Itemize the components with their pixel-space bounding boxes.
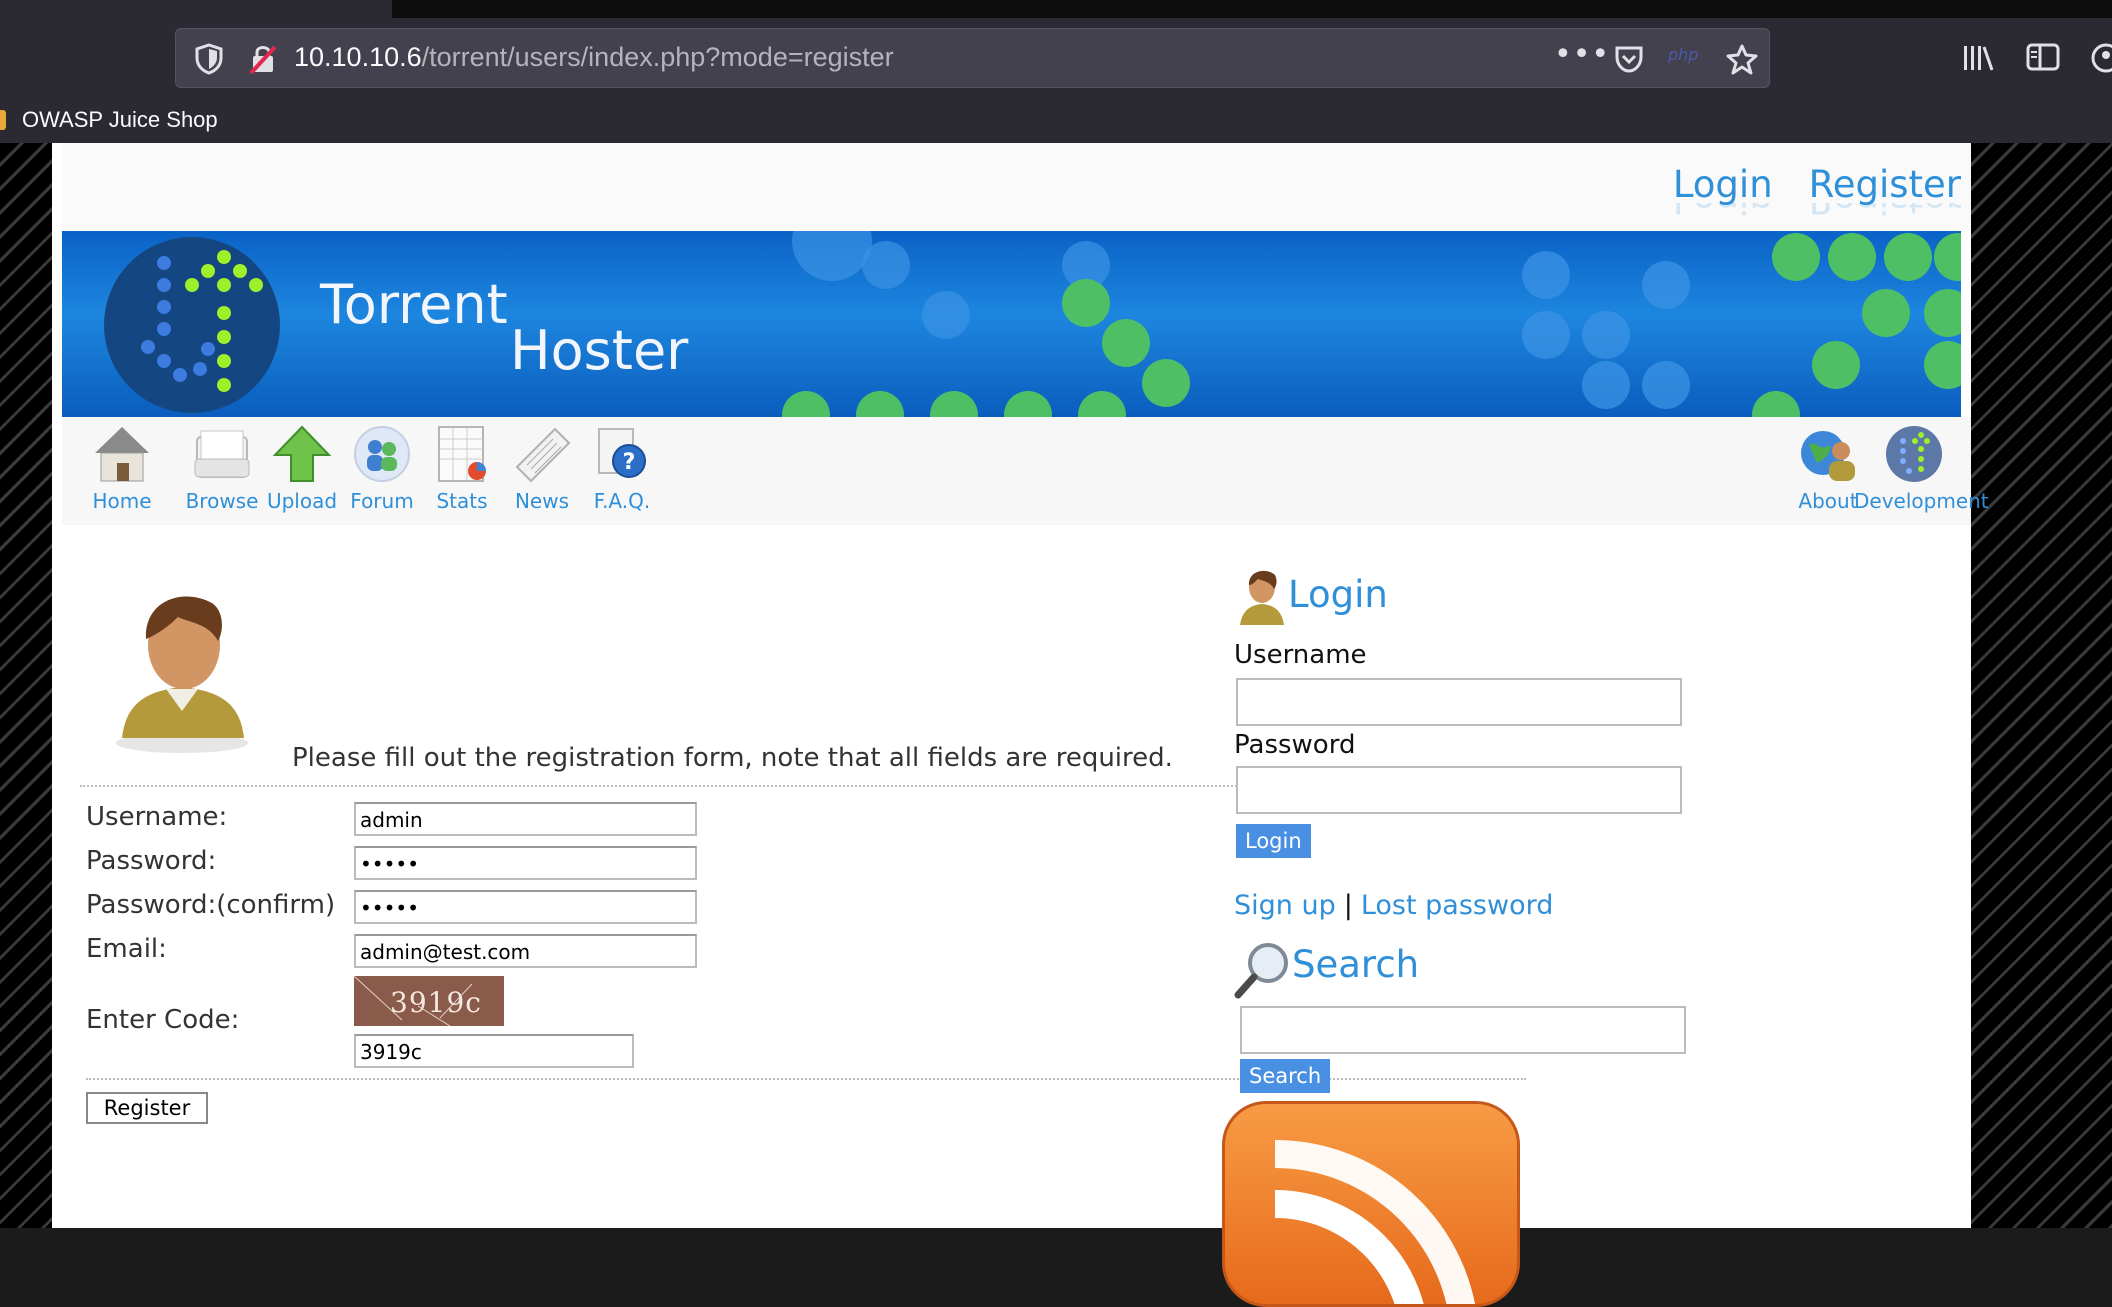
sidebar-password-label: Password: [1234, 730, 1356, 760]
password-confirm-input[interactable]: •••••: [354, 890, 697, 924]
address-bar[interactable]: 10.10.10.6/torrent/users/index.php?mode=…: [175, 28, 1770, 88]
sidebar-password-input[interactable]: [1236, 766, 1682, 814]
page-background-right: [1971, 143, 2112, 1228]
code-label: Enter Code:: [86, 1005, 240, 1035]
url-path: /torrent/users/index.php?mode=register: [421, 42, 894, 72]
rss-waves: [1274, 1140, 1475, 1304]
stats-spreadsheet-icon: [438, 426, 486, 482]
sidebar-login-title: Login: [1288, 573, 1388, 616]
site-title-line1: Torrent: [320, 273, 508, 336]
bookmark-owasp-juice-shop[interactable]: OWASP Juice Shop: [0, 104, 218, 136]
site-banner: Torrent Hoster: [62, 231, 1961, 417]
nav-home-label: Home: [92, 489, 152, 513]
page-background-left: [0, 143, 52, 1228]
sidebar-login-button[interactable]: Login: [1236, 824, 1311, 858]
forum-users-icon: [354, 426, 410, 482]
development-logo-icon: [1886, 426, 1942, 482]
search-magnifier-icon: [1234, 943, 1288, 999]
shield-icon[interactable]: [194, 43, 224, 75]
browse-tray-icon: [194, 430, 250, 478]
captcha-text: 3919c: [390, 986, 482, 1019]
sidebar-search-button[interactable]: Search: [1240, 1059, 1331, 1093]
password-input[interactable]: •••••: [354, 846, 697, 880]
username-input[interactable]: admin: [354, 802, 697, 836]
browser-toolbar: 10.10.10.6/torrent/users/index.php?mode=…: [0, 0, 2112, 143]
username-label: Username:: [86, 802, 228, 832]
news-paper-icon: [515, 427, 571, 483]
email-input[interactable]: admin@test.com: [354, 934, 697, 968]
bookmark-label: OWASP Juice Shop: [22, 107, 218, 132]
sidebar-username-input[interactable]: [1236, 678, 1682, 726]
pocket-icon[interactable]: [1613, 43, 1645, 75]
registration-intro: Please fill out the registration form, n…: [292, 743, 1173, 773]
svg-text:?: ?: [623, 450, 636, 475]
account-icon[interactable]: [2090, 42, 2112, 74]
code-input[interactable]: 3919c: [354, 1034, 634, 1068]
login-user-icon: [1240, 570, 1284, 625]
password-label: Password:: [86, 846, 217, 876]
bookmarks-toolbar: OWASP Juice Shop: [0, 100, 2112, 140]
nav-forum-label: Forum: [350, 489, 414, 513]
upload-arrow-icon: [272, 425, 332, 482]
user-avatar-icon: [116, 596, 248, 753]
captcha-image: 3919c: [354, 976, 504, 1026]
more-icon[interactable]: •••: [1554, 37, 1610, 72]
library-icon[interactable]: [1962, 42, 1994, 72]
tab-strip: [392, 0, 2112, 18]
top-link-register[interactable]: Register: [1809, 163, 1961, 206]
home-icon: [95, 427, 149, 482]
juice-shop-icon: [0, 110, 6, 130]
nav-stats-label: Stats: [436, 489, 488, 513]
url-host: 10.10.10.6: [294, 42, 422, 72]
about-globe-user-icon: [1801, 431, 1855, 481]
top-link-login[interactable]: Login: [1673, 163, 1773, 206]
php-icon[interactable]: php: [1668, 45, 1698, 64]
sidebar-username-label: Username: [1234, 640, 1367, 670]
site-logo: [104, 237, 280, 413]
lost-password-link[interactable]: Lost password: [1361, 890, 1554, 921]
register-button[interactable]: Register: [86, 1092, 208, 1124]
nav-faq[interactable]: ? F.A.Q.: [572, 423, 672, 513]
link-separator: |: [1343, 890, 1353, 921]
nav-about-label: About: [1798, 489, 1858, 513]
site-title-line2: Hoster: [510, 319, 689, 382]
insecure-lock-icon[interactable]: [248, 43, 278, 75]
nav-faq-label: F.A.Q.: [593, 489, 651, 513]
faq-help-icon: ?: [598, 428, 646, 478]
top-links: Login Register: [1637, 163, 1961, 206]
sidebar-account-links: Sign up | Lost password: [1234, 890, 1553, 921]
nav-news-label: News: [514, 489, 570, 513]
email-label: Email:: [86, 934, 167, 964]
nav-browse-label: Browse: [185, 489, 259, 513]
nav-development-label: Development: [1854, 489, 1989, 513]
sidebar-icon[interactable]: [2026, 42, 2060, 72]
url-text[interactable]: 10.10.10.6/torrent/users/index.php?mode=…: [294, 42, 894, 73]
nav-home[interactable]: Home: [72, 423, 172, 513]
upload-arrow-logo-icon: [141, 250, 263, 392]
web-page: Login Register: [52, 143, 1989, 1307]
nav-development[interactable]: Development: [1854, 423, 1989, 513]
password-confirm-label: Password:(confirm): [86, 890, 336, 920]
signup-link[interactable]: Sign up: [1234, 890, 1336, 921]
sidebar-search-title: Search: [1292, 943, 1420, 986]
main-nav: Home Browse Upload Forum Stats News ? F.…: [62, 417, 1989, 525]
nav-upload-label: Upload: [266, 489, 338, 513]
sidebar-search-input[interactable]: [1240, 1006, 1686, 1054]
star-icon[interactable]: [1726, 43, 1758, 75]
rss-feed-icon[interactable]: [1222, 1101, 1520, 1307]
